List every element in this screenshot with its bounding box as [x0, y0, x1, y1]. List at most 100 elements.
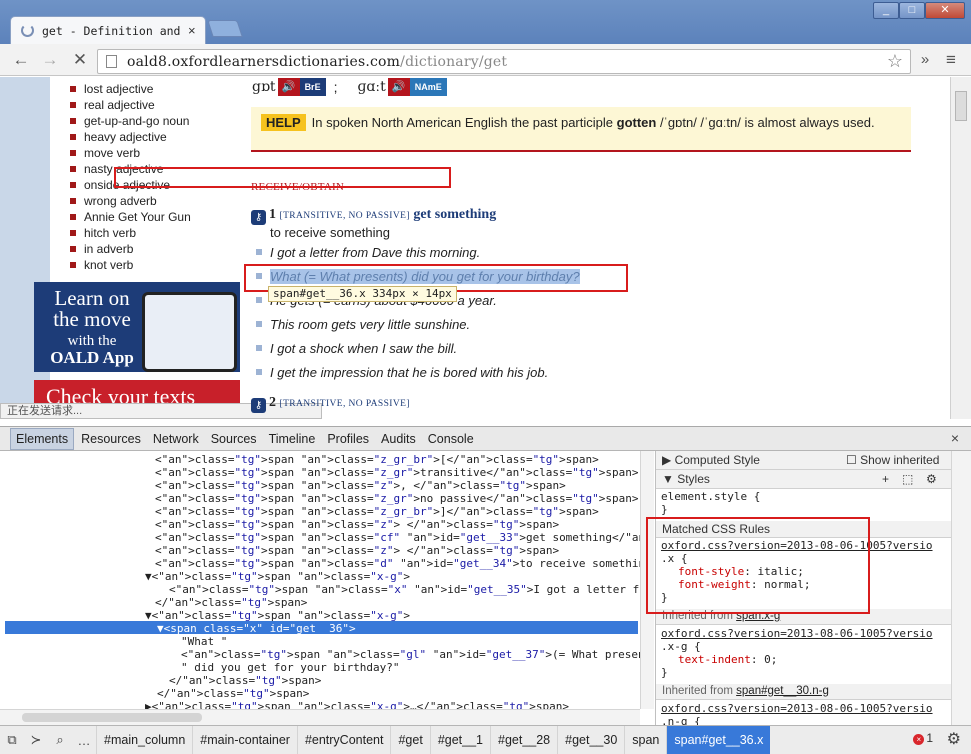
sidebar-word-link[interactable]: hitch verb [70, 225, 191, 241]
scrollbar-thumb[interactable] [22, 713, 202, 722]
elements-tree: <"an">class="tg">span "an">class="z_gr_b… [0, 451, 640, 709]
new-rule-icon[interactable]: + [882, 470, 889, 488]
stop-loading-icon[interactable]: ✕ [69, 50, 91, 70]
css-property[interactable]: text-indent: 0; [678, 653, 777, 666]
back-arrow-icon[interactable]: ← [10, 50, 32, 70]
address-bar[interactable]: oald8.oxfordlearnersdictionaries.com/dic… [97, 49, 911, 74]
sidebar-word-link[interactable]: get-up-and-go noun [70, 113, 191, 129]
settings-gear-icon[interactable]: ⚙ [947, 729, 961, 749]
sidebar-word-link[interactable]: knot verb [70, 257, 191, 273]
devtools-tab-elements[interactable]: Elements [10, 427, 75, 450]
breadcrumb-item[interactable]: #get__30 [557, 726, 624, 754]
stylesheet-link[interactable]: oxford.css?version=2013-08-06-1005?versi… [661, 627, 933, 640]
selected-dom-node[interactable]: ▼<span class="x" id="get__36"> [157, 622, 356, 635]
error-count[interactable]: × 1 [913, 731, 933, 745]
dom-node[interactable]: <"an">class="tg">span "an">class="cf" "a… [155, 531, 640, 544]
inspect-tooltip: span#get__36.x 334px × 14px [268, 286, 457, 302]
devtools-tab-sources[interactable]: Sources [206, 429, 262, 449]
american-audio-button[interactable]: 🔊 NAmE [387, 78, 447, 96]
sidebar-word-link[interactable]: Annie Get Your Gun [70, 209, 191, 225]
styles-header[interactable]: ▼ Styles + ⬚ ⚙ [656, 470, 951, 489]
breadcrumb-item[interactable]: #get__28 [490, 726, 557, 754]
browser-toolbar: ← → ✕ oald8.oxfordlearnersdictionaries.c… [0, 44, 971, 76]
error-icon: × [913, 734, 925, 745]
breadcrumb-item[interactable]: #get [390, 726, 429, 754]
sense-heading-1: ⚷ 1 [TRANSITIVE, NO PASSIVE] get somethin… [251, 207, 496, 225]
close-window-button[interactable]: ✕ [925, 2, 965, 19]
sidebar-word-link[interactable]: in adverb [70, 241, 191, 257]
devtools-tab-profiles[interactable]: Profiles [322, 429, 374, 449]
dom-node[interactable]: <"an">class="tg">span "an">class="z"> </… [155, 518, 559, 531]
more-icon[interactable]: … [72, 733, 96, 748]
dom-node[interactable]: <"an">class="tg">span "an">class="z_gr_b… [155, 453, 599, 466]
dom-node[interactable]: <"an">class="tg">span "an">class="x" "an… [169, 583, 640, 596]
url-path: /dictionary/get [400, 53, 508, 70]
devtools-tab-timeline[interactable]: Timeline [264, 429, 321, 449]
devtools-tab-console[interactable]: Console [423, 429, 479, 449]
page-scrollbar[interactable] [950, 77, 971, 419]
dom-node[interactable]: <"an">class="tg">span "an">class="z_gr">… [155, 492, 639, 505]
example: I get the impression that he is bored wi… [256, 365, 548, 380]
british-audio-button[interactable]: 🔊 BrE [277, 78, 326, 96]
devtools-close-button[interactable]: × [951, 430, 959, 446]
breadcrumb-item[interactable]: span [624, 726, 666, 754]
breadcrumb-item[interactable]: #main_column [96, 726, 192, 754]
breadcrumb-item[interactable]: #main-container [192, 726, 297, 754]
elements-hscrollbar[interactable] [0, 709, 640, 725]
dom-node[interactable]: ▶<"an">class="tg">span "an">class="x-g">… [145, 700, 569, 709]
promo-headline: Learn on the move [53, 286, 131, 331]
sidebar-word-link[interactable]: heavy adjective [70, 129, 191, 145]
sidebar-word-link[interactable]: real adjective [70, 97, 191, 113]
settings-gear-icon[interactable]: ⚙ [926, 470, 937, 488]
extensions-overflow-icon[interactable]: » [914, 50, 936, 70]
browser-tab[interactable]: get - Definition and pr × [10, 16, 206, 44]
menu-icon[interactable]: ≡ [940, 50, 962, 70]
dom-node[interactable]: <"an">class="tg">span "an">class="z">, <… [155, 479, 566, 492]
computed-style-header[interactable]: ▶ Computed Style ☐ Show inherited [656, 451, 951, 470]
minimize-button[interactable]: _ [873, 2, 899, 19]
dom-node[interactable]: </"an">class="tg">span> [169, 674, 321, 687]
element-state-icon[interactable]: ⬚ [902, 470, 913, 488]
devtools-tabbar: Elements Resources Network Sources Timeline P… [0, 426, 971, 451]
sidebar-word-link[interactable]: lost adjective [70, 81, 191, 97]
breadcrumb-item[interactable]: #entryContent [296, 726, 391, 754]
dom-node[interactable]: ▼<"an">class="tg">span "an">class="x-g"> [145, 570, 410, 583]
scrollbar-thumb[interactable] [955, 91, 967, 121]
devtools-tab-audits[interactable]: Audits [376, 429, 421, 449]
dom-node[interactable]: </"an">class="tg">span> [155, 596, 307, 609]
breadcrumb-item[interactable]: #get__1 [429, 726, 490, 754]
sense-heading-2: ⚷ 2 [TRANSITIVE, NO PASSIVE] [251, 395, 410, 413]
devtools-tab-resources[interactable]: Resources [76, 429, 146, 449]
devtools-tab-network[interactable]: Network [148, 429, 204, 449]
stylesheet-link[interactable]: oxford.css?version=2013-08-06-1005?versi… [661, 702, 933, 715]
url-host: oald8.oxfordlearnersdictionaries.com [127, 53, 401, 70]
bookmark-star-icon[interactable]: ☆ [887, 51, 903, 72]
dom-node[interactable]: <"an">class="tg">span "an">class="d" "an… [155, 557, 640, 570]
web-page: lost adjective real adjective get-up-and-g… [0, 77, 950, 419]
dom-node[interactable]: <"an">class="tg">span "an">class="gl" "a… [181, 648, 640, 661]
dom-node[interactable]: "What " [181, 635, 227, 648]
sidebar-word-link[interactable]: wrong adverb [70, 193, 191, 209]
dom-node[interactable]: <"an">class="tg">span "an">class="z_gr_b… [155, 505, 599, 518]
show-inherited-checkbox[interactable]: ☐ Show inherited [846, 451, 939, 469]
dom-node[interactable]: <"an">class="tg">span "an">class="z"> </… [155, 544, 559, 557]
console-drawer-icon[interactable]: ≻ [24, 732, 48, 748]
maximize-button[interactable]: □ [899, 2, 925, 19]
forward-arrow-icon[interactable]: → [39, 50, 61, 70]
styles-scrollbar[interactable] [951, 451, 971, 725]
app-promo-banner[interactable]: Learn on the move with the OALD App [34, 282, 240, 372]
dom-node[interactable]: </"an">class="tg">span> [157, 687, 309, 700]
dom-node[interactable]: " did you get for your birthday?" [181, 661, 400, 674]
dom-node[interactable]: ▼<"an">class="tg">span "an">class="x-g"> [145, 609, 410, 622]
sidebar-word-link[interactable]: move verb [70, 145, 191, 161]
tab-close-button[interactable]: × [188, 23, 196, 38]
element-style-rule: element.style { [661, 490, 761, 503]
search-icon[interactable]: ⌕ [48, 732, 72, 748]
pron-american: ɡɑːt [357, 79, 386, 95]
new-tab-button[interactable] [207, 20, 243, 37]
tab-title: get - Definition and pr [42, 23, 182, 38]
breadcrumb-item[interactable]: span#get__36.x [666, 726, 771, 754]
dock-icon[interactable]: ⧉ [0, 732, 24, 748]
pron-british: gɒt [252, 79, 276, 95]
dom-node[interactable]: <"an">class="tg">span "an">class="z_gr">… [155, 466, 639, 479]
